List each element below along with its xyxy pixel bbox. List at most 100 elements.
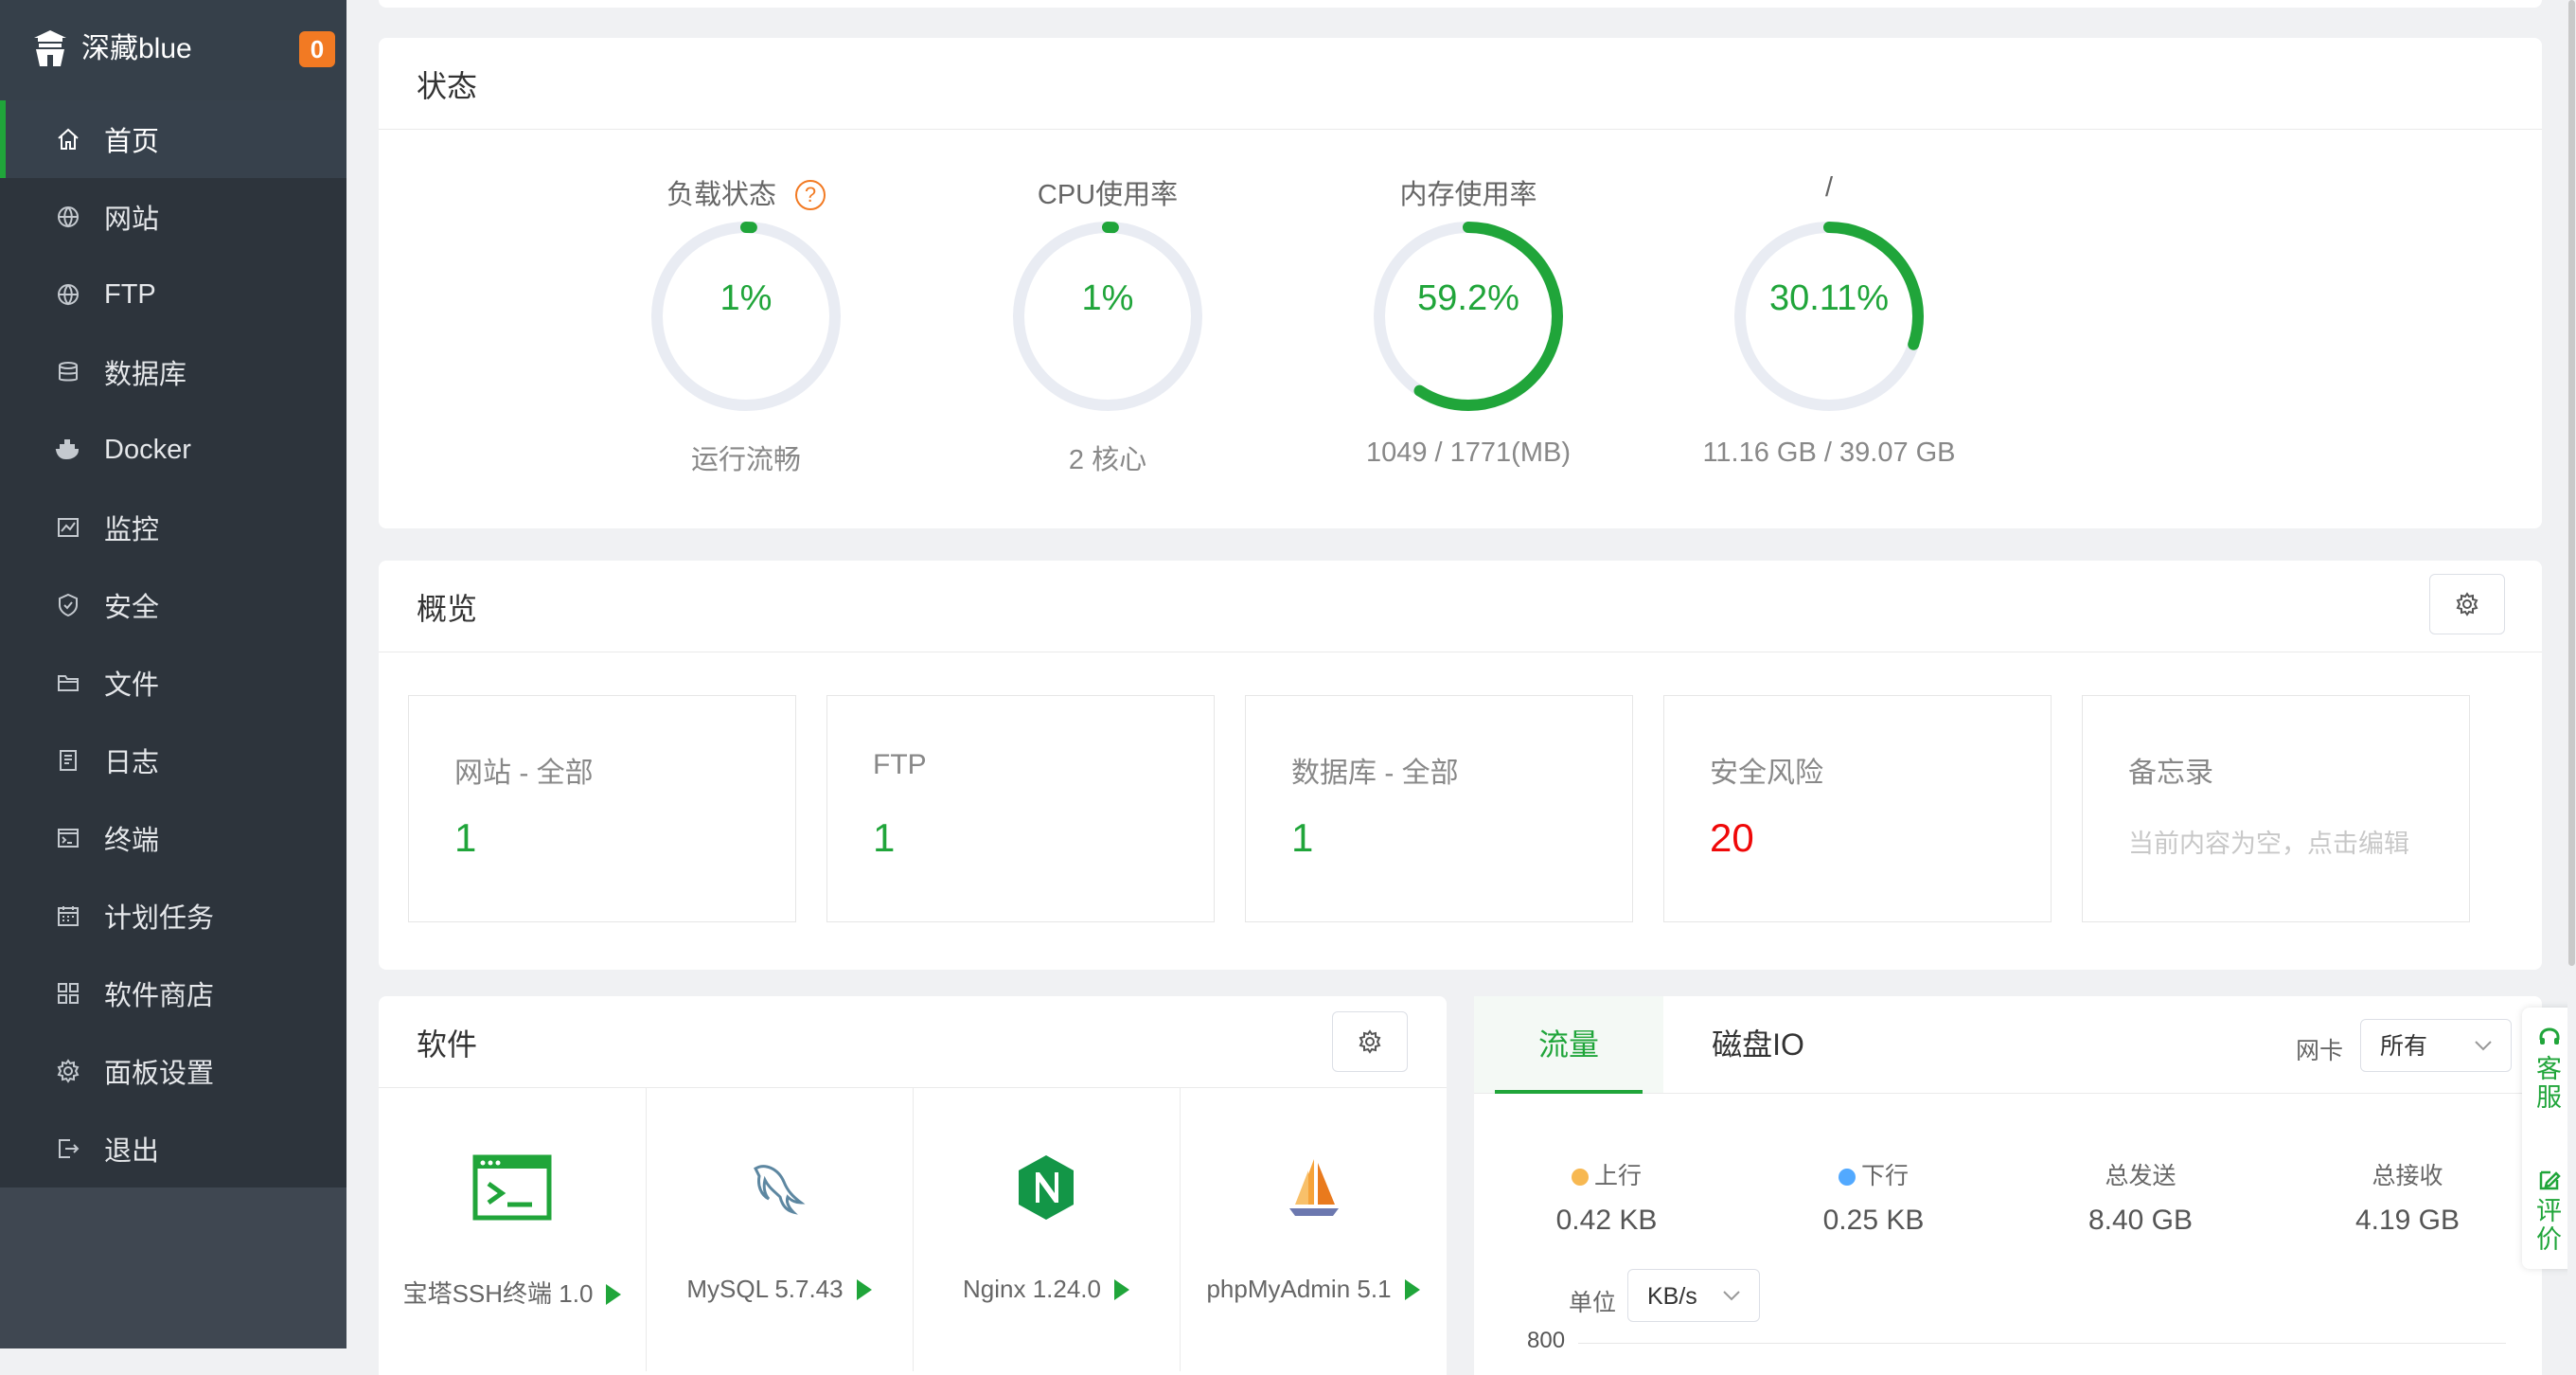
software-name: Nginx 1.24.0: [913, 1275, 1180, 1304]
sidebar-item-docker[interactable]: Docker: [0, 411, 346, 489]
overview-card-header: 概览: [379, 561, 2542, 652]
sidebar-item-label: 软件商店: [104, 981, 215, 1011]
overview-settings-button[interactable]: [2429, 574, 2505, 634]
software-settings-button[interactable]: [1332, 1011, 1408, 1072]
terminal-app-icon: [472, 1154, 552, 1221]
upload-dot-icon: [1571, 1169, 1589, 1186]
brand-header: 深藏blue 0: [0, 0, 346, 100]
apps-icon: [58, 983, 79, 1004]
play-icon[interactable]: [1113, 1279, 1129, 1300]
mysql-dolphin-icon: [754, 1165, 806, 1215]
sidebar-item-label: 日志: [104, 748, 160, 778]
unit-select[interactable]: KB/s: [1627, 1269, 1760, 1322]
software-title: 软件: [417, 1027, 478, 1062]
cpu-gauge[interactable]: CPU使用率 1% 2 核心: [928, 172, 1288, 513]
tile-value[interactable]: 1: [1291, 815, 1313, 861]
tab-traffic[interactable]: 流量: [1474, 996, 1663, 1094]
globe-icon: [58, 206, 79, 228]
notification-badge[interactable]: 0: [299, 31, 335, 67]
sidebar-item-logs[interactable]: 日志: [0, 722, 346, 799]
tile-label: 网站 - 全部: [454, 758, 594, 789]
stat-label: 上行: [1593, 1163, 1642, 1189]
load-gauge[interactable]: 负载状态 ? 1% 运行流畅: [566, 172, 926, 513]
gauge-value: 1%: [720, 278, 773, 318]
gauge-label: 内存使用率: [1399, 180, 1537, 210]
tab-disk-io[interactable]: 磁盘IO: [1663, 996, 1853, 1093]
status-title: 状态: [417, 69, 478, 103]
sidebar-item-cron[interactable]: 计划任务: [0, 877, 346, 955]
stat-total-received: 总接收 4.19 GB: [2275, 1157, 2540, 1237]
tile-value[interactable]: 20: [1710, 815, 1754, 861]
sidebar-item-security[interactable]: 安全: [0, 566, 346, 644]
memo-text[interactable]: 当前内容为空，点击编辑: [2128, 823, 2409, 860]
stat-value: 8.40 GB: [2087, 1205, 2194, 1236]
chevron-down-icon: [1723, 1291, 1740, 1301]
overview-card: 概览 网站 - 全部 1 FTP 1 数据库 - 全部 1 安全风险 20 备忘…: [379, 561, 2542, 970]
help-icon[interactable]: ?: [795, 180, 826, 210]
tile-value[interactable]: 1: [454, 815, 476, 861]
nginx-icon: [1019, 1155, 1074, 1220]
sidebar-item-ftp[interactable]: FTP: [0, 256, 346, 333]
unit-label: 单位: [1569, 1290, 1617, 1316]
scrollbar-thumb[interactable]: [2568, 0, 2575, 966]
sidebar-item-database[interactable]: 数据库: [0, 333, 346, 411]
play-icon[interactable]: [606, 1284, 622, 1305]
status-card: 状态 负载状态 ? 1% 运行流畅 CPU使用率 1% 2 核心 内存使用率 5…: [379, 38, 2542, 528]
traffic-tabs: 流量 磁盘IO 网卡 所有: [1474, 996, 2542, 1094]
play-icon[interactable]: [1404, 1279, 1420, 1300]
sidebar-item-label: 网站: [104, 205, 160, 235]
tile-memo[interactable]: 备忘录 当前内容为空，点击编辑: [2082, 695, 2470, 922]
gauge-sub: 运行流畅: [690, 445, 801, 475]
top-partial-card: [379, 0, 2542, 8]
review-label: 评价: [2536, 1197, 2562, 1254]
software-item[interactable]: 宝塔SSH终端 1.0: [379, 1087, 647, 1371]
tile-websites[interactable]: 网站 - 全部 1: [408, 695, 796, 922]
phpmyadmin-sail-icon: [1289, 1159, 1339, 1216]
sidebar-item-home[interactable]: 首页: [0, 100, 346, 178]
sidebar-item-files[interactable]: 文件: [0, 644, 346, 722]
sidebar-item-monitor[interactable]: 监控: [0, 489, 346, 566]
gauge-sub: 2 核心: [1068, 445, 1147, 475]
stat-label: 总发送: [2105, 1163, 2176, 1189]
sidebar-item-settings[interactable]: 面板设置: [0, 1032, 346, 1110]
tile-security-risk[interactable]: 安全风险 20: [1663, 695, 2052, 922]
tile-ftp[interactable]: FTP 1: [826, 695, 1215, 922]
sidebar-item-store[interactable]: 软件商店: [0, 955, 346, 1032]
gear-icon: [1359, 1029, 1381, 1054]
chart-gridline: [1578, 1343, 2506, 1344]
disk-gauge[interactable]: / 30.11% 11.16 GB / 39.07 GB: [1649, 172, 2009, 513]
sidebar-item-label: 文件: [104, 670, 160, 701]
sidebar-item-logout[interactable]: 退出: [0, 1110, 346, 1188]
shield-icon: [59, 593, 78, 617]
gauge-sub: 1049 / 1771(MB): [1365, 438, 1571, 468]
stat-label: 总接收: [2372, 1163, 2443, 1189]
edit-icon: [2539, 1170, 2561, 1190]
tile-value[interactable]: 1: [873, 815, 895, 861]
software-item[interactable]: MySQL 5.7.43: [646, 1087, 914, 1371]
gauge-value: 30.11%: [1768, 278, 1890, 318]
chart-axis-tick: 800: [1527, 1328, 1566, 1353]
stat-label: 下行: [1860, 1163, 1909, 1189]
play-icon[interactable]: [856, 1279, 872, 1300]
memory-gauge[interactable]: 内存使用率 59.2% 1049 / 1771(MB): [1288, 172, 1648, 513]
page-scrollbar[interactable]: [2567, 0, 2576, 1348]
gauge-value: 59.2%: [1417, 278, 1519, 318]
sidebar-item-label: FTP: [104, 278, 156, 310]
software-item[interactable]: phpMyAdmin 5.1: [1180, 1087, 1447, 1371]
sidebar-item-terminal[interactable]: 终端: [0, 799, 346, 877]
tile-database[interactable]: 数据库 - 全部 1: [1245, 695, 1633, 922]
sidebar-item-label: 退出: [104, 1136, 160, 1167]
sidebar-item-label: 终端: [104, 826, 160, 856]
sidebar-item-label: 计划任务: [104, 903, 215, 934]
sidebar-item-label: 首页: [104, 127, 160, 157]
pagoda-logo-icon: [34, 30, 66, 66]
folder-icon: [58, 675, 79, 691]
stat-total-sent: 总发送 8.40 GB: [2008, 1157, 2273, 1237]
tile-label: 数据库 - 全部: [1291, 758, 1459, 789]
tile-label: 安全风险: [1710, 758, 1823, 789]
nic-select[interactable]: 所有: [2360, 1019, 2512, 1072]
sidebar-item-website[interactable]: 网站: [0, 178, 346, 256]
docker-icon: [55, 439, 80, 460]
software-item[interactable]: Nginx 1.24.0: [913, 1087, 1181, 1371]
nic-select-value: 所有: [2380, 1033, 2428, 1060]
